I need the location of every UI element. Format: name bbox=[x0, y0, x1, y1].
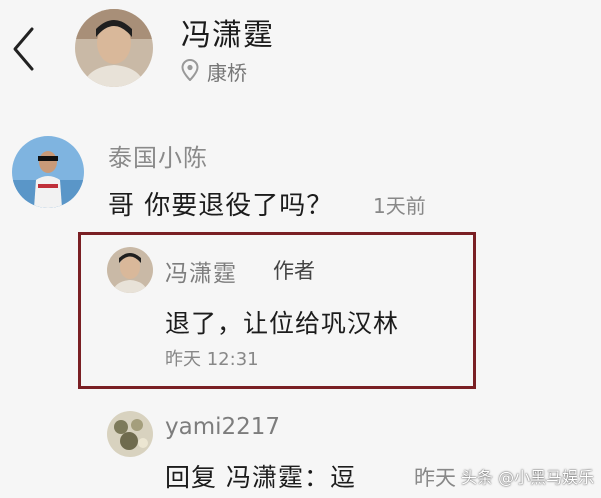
comment-text: 回复 冯潇霆：逗 bbox=[165, 463, 356, 492]
comment-username[interactable]: 泰国小陈 bbox=[108, 138, 208, 173]
map-pin-icon bbox=[181, 58, 199, 82]
author-badge: 作者 bbox=[273, 259, 315, 283]
comment-username[interactable]: yami2217 bbox=[165, 414, 280, 440]
watermark: 头条 @小黑马娱乐 bbox=[461, 468, 595, 487]
comment-text: 哥 你要退役了吗？ bbox=[108, 191, 334, 221]
reply-avatar[interactable] bbox=[107, 247, 153, 293]
comment-timestamp: 1天前 bbox=[373, 194, 426, 218]
commenter-avatar[interactable] bbox=[107, 411, 153, 457]
author-name[interactable]: 冯潇霆 bbox=[181, 10, 274, 54]
comment-timestamp: 昨天 bbox=[414, 466, 456, 490]
reply-timestamp: 昨天 12:31 bbox=[165, 349, 259, 370]
chevron-left-icon bbox=[13, 27, 34, 71]
reply-text: 退了，让位给巩汉林 bbox=[165, 309, 400, 338]
reply-username[interactable]: 冯潇霆 bbox=[165, 254, 237, 288]
back-button[interactable] bbox=[8, 24, 42, 74]
commenter-avatar[interactable] bbox=[12, 136, 84, 208]
author-avatar[interactable] bbox=[75, 9, 153, 87]
location-label: 康桥 bbox=[207, 61, 247, 85]
